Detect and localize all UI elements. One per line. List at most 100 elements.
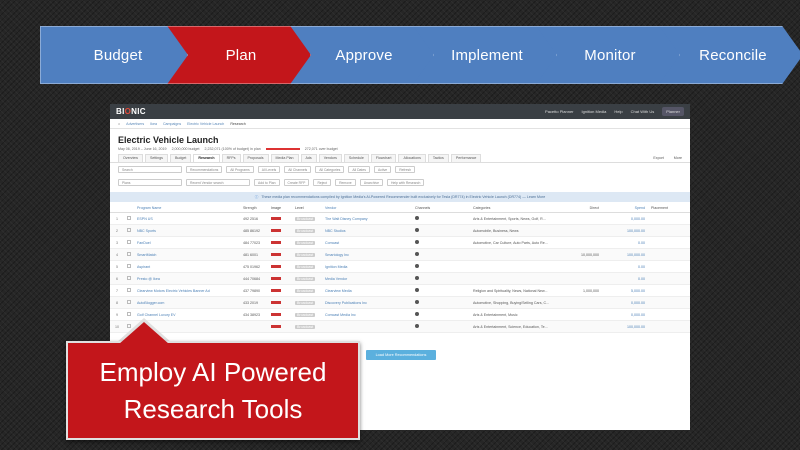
column-header-image[interactable]: Image [268,206,292,210]
home-icon[interactable]: ⌂ [118,122,120,126]
tab-performance[interactable]: Performance [450,154,482,162]
filter-all-channels[interactable]: All Channels [284,166,312,173]
column-header-vendor[interactable]: Vendor [322,206,412,210]
filter-all-levels[interactable]: All Levels [257,166,281,173]
breadcrumb-campaigns[interactable]: Campaigns [163,122,181,126]
export-button[interactable]: Export [653,156,663,160]
table-row[interactable]: 9 Golf Channel Luxury EV 434 38923 Broadcas… [110,309,690,321]
filter-active[interactable]: Active [373,166,392,173]
vendor-link[interactable]: NBC Studios [322,229,412,233]
filter-all-categories[interactable]: All Categories [315,166,345,173]
tab-flowchart[interactable]: Flowchart [370,154,397,162]
row-checkbox[interactable] [124,252,134,257]
row-checkbox[interactable] [124,288,134,293]
table-row[interactable]: 4 SmartMatch 481 6001 Broadcast Smartology I… [110,249,690,261]
spend-value[interactable]: 0,000.00 [602,313,648,317]
vendor-link[interactable]: Clearview Media [322,289,412,293]
row-checkbox[interactable] [124,264,134,269]
tab-vendors[interactable]: Vendors [318,154,342,162]
row-checkbox[interactable] [124,312,134,317]
program-name-link[interactable]: Aspirant [134,265,240,269]
program-name-link[interactable]: SmartMatch [134,253,240,257]
column-header-channels[interactable]: Channels [412,206,470,210]
spend-value[interactable]: 5,000.00 [602,289,648,293]
program-name-link[interactable]: Presto @ Ikea [134,277,240,281]
vendor-link[interactable]: Comcast Media Inc [322,313,412,317]
table-row[interactable]: 7 Clearview Motors Electric Vehicles Bann… [110,285,690,297]
program-name-link[interactable]: ESPN US [134,217,240,221]
table-row[interactable]: 5 Aspirant 475 01962 Broadcast Ignition Medi… [110,261,690,273]
top-menu-ignition-media[interactable]: Ignition Media [582,109,607,114]
tab-ads[interactable]: Ads [300,154,317,162]
vendor-link[interactable]: The Walt Disney Company [322,217,412,221]
action-reject[interactable]: Reject [313,179,332,186]
column-header-categories[interactable]: Categories [470,206,570,210]
spend-value[interactable]: 100,000.00 [602,253,648,257]
breadcrumb-electric-vehicle-launch[interactable]: Electric Vehicle Launch [187,122,224,126]
spend-value[interactable]: 0.00 [602,241,648,245]
checkbox-icon[interactable] [127,288,131,292]
spend-value[interactable]: 100,000.00 [602,229,648,233]
tab-schedule[interactable]: Schedule [343,154,369,162]
program-name-link[interactable]: FanDuel [134,241,240,245]
checkbox-icon[interactable] [127,216,131,220]
table-row[interactable]: 8 AutoBlogger.com 433 2019 Broadcast Discove… [110,297,690,309]
row-checkbox[interactable] [124,276,134,281]
spend-value[interactable]: 0,000.00 [602,217,648,221]
spend-value[interactable]: 0.00 [602,265,648,269]
load-more-button[interactable]: Load More Recommendations [366,350,436,360]
checkbox-icon[interactable] [127,300,131,304]
tab-allocations[interactable]: Allocations [398,154,426,162]
filter-all-programs[interactable]: All Programs [226,166,254,173]
row-checkbox[interactable] [124,300,134,305]
checkbox-icon[interactable] [127,228,131,232]
column-header-level[interactable]: Level [292,206,322,210]
breadcrumb-ikea[interactable]: Ikea [150,122,157,126]
column-header-placement[interactable]: Placement [648,206,680,210]
tab-settings[interactable]: Settings [144,154,168,162]
filter-recommendations[interactable]: Recommendations [186,166,223,173]
row-checkbox[interactable] [124,216,134,221]
checkbox-icon[interactable] [127,312,131,316]
vendor-link[interactable]: Comcast [322,241,412,245]
action-plans[interactable]: Plans [118,179,182,186]
breadcrumb-advertisers[interactable]: Advertisers [126,122,144,126]
filter-search[interactable]: Search [118,166,182,173]
table-row[interactable]: 2 NBC Sports 485 86192 Broadcast NBC Studios… [110,225,690,237]
action-add-to-plan[interactable]: Add to Plan [254,179,280,186]
action-unarchive[interactable]: Unarchive [359,179,383,186]
vendor-link[interactable]: Smartology Inc [322,253,412,257]
tab-proposals[interactable]: Proposals [242,154,269,162]
filter-refresh[interactable]: Refresh [395,166,416,173]
checkbox-icon[interactable] [127,252,131,256]
action-help-with-research[interactable]: Help with Research [386,179,425,186]
vendor-link[interactable]: Media Vendor [322,277,412,281]
program-name-link[interactable]: NBC Sports [134,229,240,233]
tab-tactics[interactable]: Tactics [427,154,449,162]
top-menu-pacetto-planner[interactable]: Pacetto Planner [545,109,573,114]
top-menu-chat-with-us[interactable]: Chat With Us [631,109,655,114]
column-header-spend[interactable]: Spend [602,206,648,210]
row-checkbox[interactable] [124,240,134,245]
tab-overview[interactable]: Overview [118,154,143,162]
row-checkbox[interactable] [124,228,134,233]
filter-all-dates[interactable]: All Dates [348,166,370,173]
more-button[interactable]: More [674,156,682,160]
tab-rfps[interactable]: RFPs [221,154,241,162]
tab-research[interactable]: Research [193,154,220,162]
action-recent-vendor-search[interactable]: Recent Vendor search [186,179,250,186]
checkbox-icon[interactable] [127,276,131,280]
column-header-strength[interactable]: Strength [240,206,268,210]
table-row[interactable]: 3 FanDuel 484 77023 Broadcast Comcast Automot… [110,237,690,249]
table-row[interactable]: 1 ESPN US 492 2516 Broadcast The Walt Disney… [110,213,690,225]
table-row[interactable]: 6 Presto @ Ikea 444 70684 Broadcast Media Ve… [110,273,690,285]
column-header-direct[interactable]: Direct [570,206,602,210]
top-menu-planner[interactable]: Planner [662,107,684,116]
action-remove[interactable]: Remove [335,179,356,186]
program-name-link[interactable]: AutoBlogger.com [134,301,240,305]
column-header-program-name[interactable]: Program Name [134,206,240,210]
program-name-link[interactable]: Clearview Motors Electric Vehicles Banne… [134,289,240,293]
spend-value[interactable]: 0.00 [602,277,648,281]
vendor-link[interactable]: Ignition Media [322,265,412,269]
checkbox-icon[interactable] [127,240,131,244]
